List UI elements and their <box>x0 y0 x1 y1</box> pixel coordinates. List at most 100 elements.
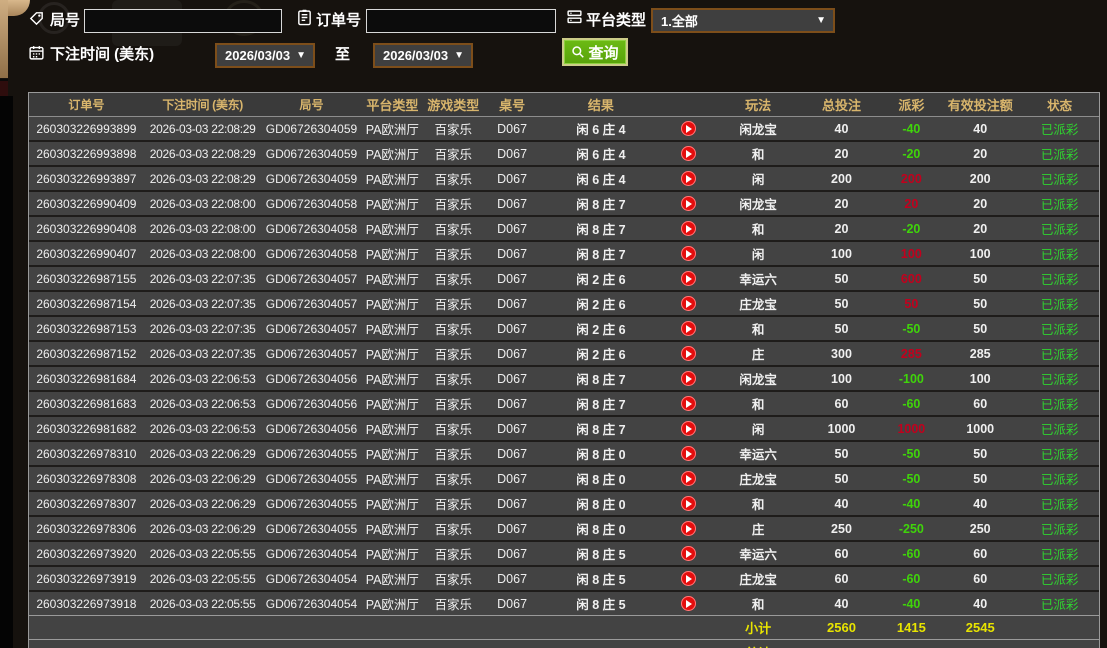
play-icon[interactable] <box>681 471 696 486</box>
play-icon[interactable] <box>681 446 696 461</box>
subtotal-row: 小计 2560 1415 2545 <box>29 615 1099 639</box>
cell-order-no: 260303226987152 <box>29 347 144 361</box>
cell-result: 闲 8 庄 7 <box>541 244 661 263</box>
play-icon[interactable] <box>681 571 696 586</box>
table-row: 260303226990407 2026-03-03 22:08:00 GD06… <box>29 240 1099 265</box>
table-row: 260303226978306 2026-03-03 22:06:29 GD06… <box>29 515 1099 540</box>
play-icon[interactable] <box>681 371 696 386</box>
cell-game-no: GD06726304058 <box>262 247 362 261</box>
cell-result: 闲 8 庄 7 <box>541 219 661 238</box>
play-icon[interactable] <box>681 596 696 611</box>
cell-replay <box>661 421 716 436</box>
cell-status: 已派彩 <box>1020 469 1099 488</box>
cell-replay <box>661 596 716 611</box>
cell-play-type: 闲龙宝 <box>716 194 801 213</box>
query-button[interactable]: 查询 <box>562 38 628 66</box>
cell-valid-bet: 40 <box>940 122 1020 136</box>
cell-replay <box>661 146 716 161</box>
cell-payout: -40 <box>882 122 940 136</box>
cell-payout: -50 <box>882 447 940 461</box>
chevron-down-icon: ▼ <box>816 15 833 26</box>
cell-bet-time: 2026-03-03 22:08:00 <box>144 222 262 236</box>
cell-valid-bet: 20 <box>940 147 1020 161</box>
table-row: 260303226987155 2026-03-03 22:07:35 GD06… <box>29 265 1099 290</box>
cell-table-no: D067 <box>483 297 541 311</box>
date-to-picker[interactable]: 2026/03/03 ▼ <box>373 43 473 68</box>
play-icon[interactable] <box>681 171 696 186</box>
play-icon[interactable] <box>681 221 696 236</box>
cell-table-no: D067 <box>483 272 541 286</box>
cell-result: 闲 6 庄 4 <box>541 169 661 188</box>
play-icon[interactable] <box>681 121 696 136</box>
cell-result: 闲 8 庄 7 <box>541 394 661 413</box>
cell-bet-time: 2026-03-03 22:06:29 <box>144 472 262 486</box>
subtotal-label: 小计 <box>716 618 801 637</box>
cell-game-no: GD06726304055 <box>262 522 362 536</box>
cell-game-type: 百家乐 <box>423 269 483 288</box>
cell-bet-time: 2026-03-03 22:08:29 <box>144 172 262 186</box>
clipboard-icon <box>296 9 313 26</box>
cell-platform: PA欧洲厅 <box>361 369 423 388</box>
order-no-input[interactable] <box>366 9 556 33</box>
play-icon[interactable] <box>681 196 696 211</box>
col-header-valid: 有效投注额 <box>940 95 1020 114</box>
play-icon[interactable] <box>681 321 696 336</box>
cell-game-no: GD06726304055 <box>262 497 362 511</box>
date-from-picker[interactable]: 2026/03/03 ▼ <box>215 43 315 68</box>
cell-order-no: 260303226990407 <box>29 247 144 261</box>
play-icon[interactable] <box>681 346 696 361</box>
cell-total-bet: 250 <box>801 522 883 536</box>
cell-total-bet: 50 <box>801 472 883 486</box>
table-body: 260303226993899 2026-03-03 22:08:29 GD06… <box>29 117 1099 615</box>
table-row: 260303226990408 2026-03-03 22:08:00 GD06… <box>29 215 1099 240</box>
cell-total-bet: 100 <box>801 247 883 261</box>
subtotal-bet: 2560 <box>801 620 883 635</box>
cell-game-type: 百家乐 <box>423 419 483 438</box>
cell-status: 已派彩 <box>1020 369 1099 388</box>
cell-game-no: GD06726304057 <box>262 347 362 361</box>
table-row: 260303226981683 2026-03-03 22:06:53 GD06… <box>29 390 1099 415</box>
play-icon[interactable] <box>681 496 696 511</box>
col-header-order: 订单号 <box>29 96 144 113</box>
cell-game-no: GD06726304059 <box>262 147 362 161</box>
play-icon[interactable] <box>681 271 696 286</box>
cell-total-bet: 20 <box>801 222 883 236</box>
play-icon[interactable] <box>681 146 696 161</box>
play-icon[interactable] <box>681 246 696 261</box>
cell-order-no: 260303226990409 <box>29 197 144 211</box>
play-icon[interactable] <box>681 546 696 561</box>
cell-total-bet: 40 <box>801 122 883 136</box>
cell-payout: -20 <box>882 147 940 161</box>
cell-replay <box>661 196 716 211</box>
cell-total-bet: 100 <box>801 372 883 386</box>
cell-game-type: 百家乐 <box>423 494 483 513</box>
cell-game-no: GD06726304058 <box>262 222 362 236</box>
play-icon[interactable] <box>681 521 696 536</box>
cell-platform: PA欧洲厅 <box>361 494 423 513</box>
cell-bet-time: 2026-03-03 22:06:53 <box>144 372 262 386</box>
platform-type-select[interactable]: 1.全部 ▼ <box>651 8 835 33</box>
cell-status: 已派彩 <box>1020 594 1099 613</box>
cell-result: 闲 8 庄 7 <box>541 369 661 388</box>
cell-payout: -250 <box>882 522 940 536</box>
cell-table-no: D067 <box>483 422 541 436</box>
cell-game-type: 百家乐 <box>423 569 483 588</box>
play-icon[interactable] <box>681 396 696 411</box>
cell-game-type: 百家乐 <box>423 544 483 563</box>
play-icon[interactable] <box>681 421 696 436</box>
cell-order-no: 260303226987153 <box>29 322 144 336</box>
cell-game-type: 百家乐 <box>423 394 483 413</box>
cell-valid-bet: 285 <box>940 347 1020 361</box>
game-no-input[interactable] <box>84 9 282 33</box>
platform-type-label: 平台类型 <box>586 9 646 30</box>
cell-bet-time: 2026-03-03 22:07:35 <box>144 347 262 361</box>
betting-records-page: 局号 订单号 平台类型 1.全部 ▼ 下注时间 (美东) 2026/03/03 … <box>0 0 1107 648</box>
cell-replay <box>661 171 716 186</box>
table-row: 260303226981682 2026-03-03 22:06:53 GD06… <box>29 415 1099 440</box>
cell-play-type: 闲 <box>716 419 801 438</box>
play-icon[interactable] <box>681 296 696 311</box>
table-row: 260303226987154 2026-03-03 22:07:35 GD06… <box>29 290 1099 315</box>
cell-play-type: 和 <box>716 394 801 413</box>
cell-bet-time: 2026-03-03 22:08:29 <box>144 122 262 136</box>
cell-order-no: 260303226973920 <box>29 547 144 561</box>
